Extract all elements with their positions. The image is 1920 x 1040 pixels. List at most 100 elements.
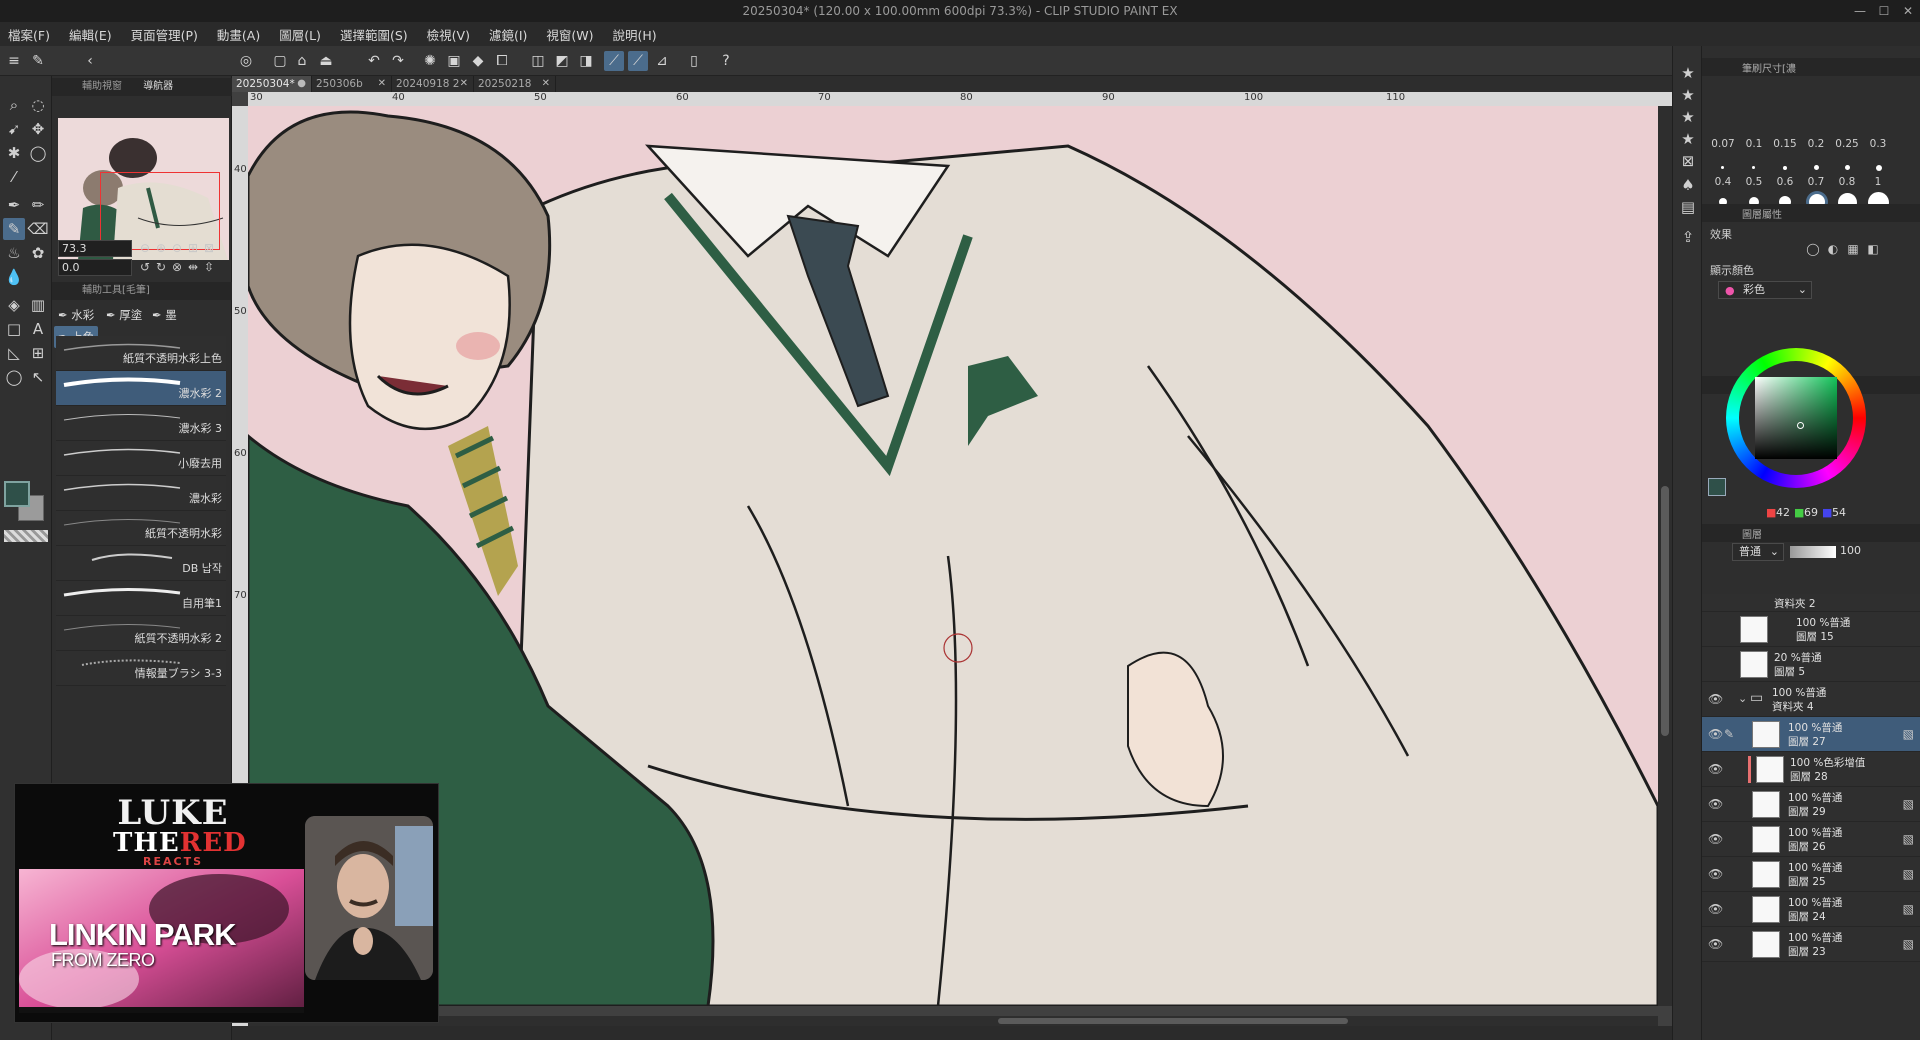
layer-row[interactable]: 20 %普通 圖層 5 (1702, 647, 1920, 682)
zoom-field[interactable]: 73.3 (58, 240, 132, 257)
brush-item[interactable]: DB 납작 (56, 546, 226, 581)
size-option[interactable]: 1 (1863, 176, 1893, 188)
flip-vertical-icon[interactable]: ⇳ (202, 260, 216, 274)
reference-icon[interactable]: ⊠ (1677, 150, 1699, 172)
size-option[interactable]: 0.5 (1739, 176, 1769, 188)
color-wheel[interactable] (1726, 348, 1866, 488)
eyedropper-icon[interactable]: ⁄ (3, 166, 25, 188)
reset-rotate-icon[interactable]: ⊗ (170, 260, 184, 274)
brush-item[interactable]: 紙質不透明水彩 (56, 511, 226, 546)
extract-line-icon[interactable]: ◐ (1826, 242, 1840, 256)
pen-tool-icon[interactable]: ✒ (3, 194, 25, 216)
text-icon[interactable]: A (27, 318, 49, 340)
size-option[interactable]: 0.25 (1832, 138, 1862, 150)
rotate-field[interactable]: 0.0 (58, 259, 132, 276)
eye-icon[interactable]: 👁 (1708, 727, 1723, 741)
snap-special-ruler-icon[interactable]: ⟋ (628, 51, 648, 71)
document-tab[interactable]: 20250304* ● (232, 76, 312, 92)
deselect-icon[interactable]: ◩ (552, 51, 572, 71)
minimize-button[interactable]: — (1848, 0, 1872, 22)
layer-row-selected[interactable]: 👁 ✎ 100 %普通 圖層 27 ▧ (1702, 717, 1920, 752)
layer-row[interactable]: 資料夾 2 (1702, 594, 1920, 612)
tab-thick[interactable]: ✒ 厚塗 (102, 304, 146, 326)
help-icon[interactable]: ? (716, 51, 736, 71)
panel-toggle-icon[interactable]: ≡ (4, 51, 24, 71)
size-option[interactable]: 0.2 (1801, 138, 1831, 150)
fill-bucket-icon[interactable]: ◈ (3, 294, 25, 316)
zoom-in-icon[interactable]: ⊕ (154, 241, 168, 255)
decoration-icon[interactable]: ✿ (27, 242, 49, 264)
vertical-scrollbar[interactable] (1658, 106, 1672, 1006)
menu-window[interactable]: 視窗(W) (546, 25, 593, 44)
actual-size-icon[interactable]: ⊙ (170, 241, 184, 255)
document-tab[interactable]: 20250218 ✕ (474, 76, 556, 92)
close-button[interactable]: ✕ (1896, 0, 1920, 22)
redo-icon[interactable]: ↷ (388, 51, 408, 71)
undo-icon[interactable]: ↶ (364, 51, 384, 71)
scrollbar-thumb[interactable] (1661, 486, 1669, 736)
history-icon[interactable]: ▤ (1677, 196, 1699, 218)
material-icon[interactable]: ★ (1677, 106, 1699, 128)
balloon-icon[interactable]: ◯ (3, 366, 25, 388)
frame-border-icon[interactable]: ◺ (3, 342, 25, 364)
clear-outside-icon[interactable]: ▣ (444, 51, 464, 71)
rotate-right-icon[interactable]: ↻ (154, 260, 168, 274)
size-option[interactable]: 0.8 (1832, 176, 1862, 188)
document-tab[interactable]: 250306b ✕ (312, 76, 392, 92)
menu-file[interactable]: 檔案(F) (8, 25, 50, 44)
select-all-icon[interactable]: ◫ (528, 51, 548, 71)
invert-selection-icon[interactable]: ◨ (576, 51, 596, 71)
rotate-left-icon[interactable]: ↺ (138, 260, 152, 274)
main-color-chip[interactable] (4, 481, 30, 507)
brush-item[interactable]: 濃水彩 3 (56, 406, 226, 441)
size-option[interactable]: 0.4 (1708, 176, 1738, 188)
move-icon[interactable]: ✥ (27, 118, 49, 140)
snap-ruler-icon[interactable]: ⟋ (604, 51, 624, 71)
clip-studio-icon[interactable]: ◎ (236, 51, 256, 71)
size-option[interactable]: 0.6 (1770, 176, 1800, 188)
size-option[interactable]: 0.1 (1739, 138, 1769, 150)
menu-page[interactable]: 頁面管理(P) (131, 25, 198, 44)
layer-row[interactable]: 👁 100 %普通 圖層 25 ▧ (1702, 857, 1920, 892)
layer-row[interactable]: 👁 100 %普通 圖層 26 ▧ (1702, 822, 1920, 857)
saturation-value-square[interactable] (1755, 377, 1837, 459)
maximize-button[interactable]: ☐ (1872, 0, 1896, 22)
tone-icon[interactable]: ▦ (1846, 242, 1860, 256)
border-effect-icon[interactable]: ◯ (1806, 242, 1820, 256)
opacity-value[interactable]: 100 (1840, 544, 1861, 557)
menu-layer[interactable]: 圖層(L) (279, 25, 321, 44)
tab-subview[interactable]: 輔助視窗 (82, 81, 122, 92)
tab-ink[interactable]: ✒ 墨 (148, 304, 181, 326)
figure-icon[interactable]: □ (3, 318, 25, 340)
color-chips[interactable] (2, 479, 50, 523)
color-picker-handle[interactable] (1797, 422, 1804, 429)
layer-row[interactable]: 👁 100 %普通 圖層 29 ▧ (1702, 787, 1920, 822)
airbrush-icon[interactable]: ♨ (3, 242, 25, 264)
layer-row[interactable]: 👁 100 %普通 圖層 23 ▧ (1702, 927, 1920, 962)
fill-icon[interactable]: ◆ (468, 51, 488, 71)
scrollbar-thumb[interactable] (998, 1018, 1348, 1024)
chevron-left-icon[interactable]: ‹ (80, 51, 100, 71)
blend-icon[interactable]: 💧 (3, 266, 25, 288)
material-icon[interactable]: ★ (1677, 62, 1699, 84)
correct-line-icon[interactable]: ↖ (27, 366, 49, 388)
brush-item[interactable]: 小廢去用 (56, 441, 226, 476)
document-tab[interactable]: 20240918 2 ✕ (392, 76, 474, 92)
brush-item[interactable]: 紙質不透明水彩 2 (56, 616, 226, 651)
blend-mode-select[interactable]: 普通 ⌄ (1732, 543, 1784, 561)
close-tab-icon[interactable]: ✕ (378, 76, 386, 92)
eye-icon[interactable]: 👁 (1708, 902, 1723, 916)
eraser-icon[interactable]: ⌫ (27, 218, 49, 240)
transform-icon[interactable]: ⧠ (492, 51, 512, 71)
gradient-icon[interactable]: ▥ (27, 294, 49, 316)
layer-color-icon[interactable]: ◧ (1866, 242, 1880, 256)
display-color-select[interactable]: ● 彩色 ⌄ (1718, 281, 1812, 299)
lasso-icon[interactable]: ◯ (27, 142, 49, 164)
zoom-out-icon[interactable]: ⊖ (138, 241, 152, 255)
brush-item[interactable]: 濃水彩 2 (56, 371, 226, 406)
material-icon[interactable]: ★ (1677, 128, 1699, 150)
object-icon[interactable]: ➹ (3, 118, 25, 140)
fit-icon[interactable]: ⊞ (186, 241, 200, 255)
lasso-select-icon[interactable]: ◌ (27, 94, 49, 116)
menu-animation[interactable]: 動畫(A) (217, 25, 260, 44)
